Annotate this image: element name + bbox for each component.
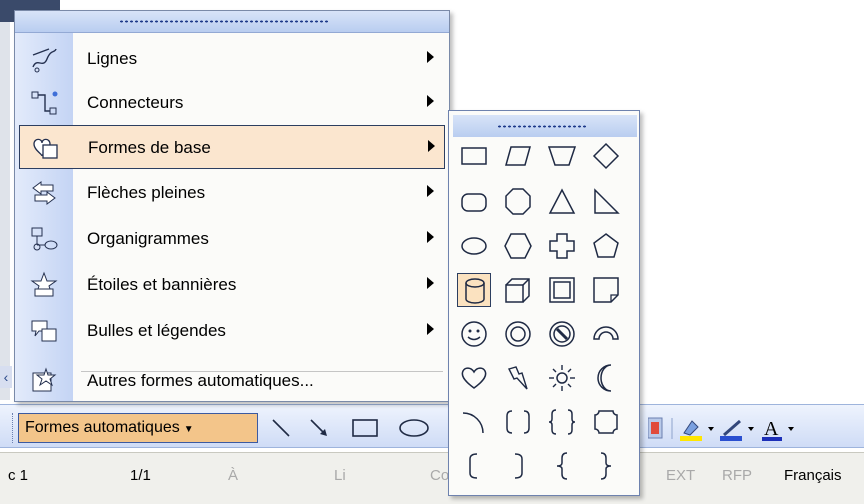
document-left-margin [0, 0, 10, 400]
submenu-arrow-icon [428, 140, 435, 152]
left-bracket-icon[interactable] [457, 449, 491, 483]
status-page: 1/1 [130, 467, 151, 484]
menu-item-lignes[interactable]: Lignes [15, 37, 449, 81]
no-symbol-icon[interactable] [545, 317, 579, 351]
callouts-icon [29, 317, 59, 345]
right-brace-icon[interactable] [589, 449, 623, 483]
double-brace-icon[interactable] [545, 405, 579, 439]
folded-corner-icon[interactable] [589, 273, 623, 307]
menu-item-fleches-pleines[interactable]: Flèches pleines [15, 171, 449, 215]
arrow-icon[interactable] [306, 417, 332, 439]
menu-item-bulles-et-legendes[interactable]: Bulles et légendes [15, 309, 449, 353]
menu-item-label: Étoiles et bannières [87, 275, 237, 294]
smiley-face-icon[interactable] [457, 317, 491, 351]
block-arrows-icon [29, 179, 59, 207]
autoshapes-button[interactable]: Formes automatiques ▼ [18, 413, 258, 443]
line-icon[interactable] [268, 417, 294, 439]
right-triangle-icon[interactable] [589, 185, 623, 219]
chevron-down-icon: ▼ [183, 424, 194, 435]
stars-banners-icon [29, 271, 59, 299]
right-bracket-icon[interactable] [501, 449, 535, 483]
status-rfp[interactable]: RFP [722, 467, 752, 484]
basic-shapes-submenu [448, 110, 640, 496]
heart-icon[interactable] [457, 361, 491, 395]
bevel-icon[interactable] [545, 273, 579, 307]
menu-item-label: Autres formes automatiques... [87, 371, 314, 390]
toolbar-right-group: A [648, 413, 864, 443]
scroll-left-arrow-icon[interactable]: ‹ [0, 366, 12, 388]
toolbar-grip[interactable] [12, 413, 14, 443]
submenu-arrow-icon [427, 185, 434, 197]
cross-icon[interactable] [545, 229, 579, 263]
svg-text:A: A [764, 418, 779, 440]
menu-item-label: Lignes [87, 49, 138, 68]
menu-item-label: Connecteurs [87, 93, 184, 112]
lines-icon [29, 45, 59, 73]
connectors-icon [29, 89, 59, 117]
parallelogram-icon[interactable] [501, 139, 535, 173]
donut-icon[interactable] [501, 317, 535, 351]
status-language[interactable]: Français [784, 467, 842, 484]
rectangle-icon[interactable] [457, 139, 491, 173]
menu-item-autres-formes[interactable]: Autres formes automatiques... [15, 359, 449, 403]
triangle-icon[interactable] [545, 185, 579, 219]
menu-item-connecteurs[interactable]: Connecteurs [15, 81, 449, 125]
pentagon-icon[interactable] [589, 229, 623, 263]
menu-drag-handle[interactable] [15, 11, 449, 33]
rounded-rectangle-icon[interactable] [457, 185, 491, 219]
rectangle-tool-icon[interactable] [348, 417, 382, 439]
flowchart-icon [29, 225, 59, 253]
submenu-arrow-icon [427, 277, 434, 289]
submenu-arrow-icon [427, 231, 434, 243]
oval-icon[interactable] [457, 229, 491, 263]
diamond-icon[interactable] [589, 139, 623, 173]
double-bracket-icon[interactable] [501, 405, 535, 439]
trapezoid-icon[interactable] [545, 139, 579, 173]
menu-item-organigrammes[interactable]: Organigrammes [15, 217, 449, 261]
autoshapes-menu: Lignes Connecteurs Formes de base Flèche… [14, 10, 450, 402]
status-at: À [228, 467, 239, 484]
status-section: c 1 [8, 467, 29, 484]
more-autoshapes-icon [29, 367, 59, 395]
submenu-arrow-icon [427, 323, 434, 335]
autoshapes-button-label: Formes automatiques [25, 419, 180, 436]
hexagon-icon[interactable] [501, 229, 535, 263]
menu-item-formes-de-base[interactable]: Formes de base [19, 125, 445, 169]
status-bar: c 1 1/1 À Li Co EXT RFP Français [0, 452, 864, 504]
status-line: Li [334, 467, 346, 484]
status-col: Co [430, 467, 450, 484]
basic-shapes-icon [30, 134, 60, 162]
can-icon[interactable] [457, 273, 491, 307]
drawing-toolbar: Formes automatiques ▼ A [0, 404, 864, 448]
menu-item-label: Bulles et légendes [87, 321, 226, 340]
left-brace-icon[interactable] [545, 449, 579, 483]
submenu-drag-handle[interactable] [453, 115, 637, 137]
submenu-arrow-icon [427, 51, 434, 63]
menu-item-label: Formes de base [88, 138, 211, 157]
menu-item-label: Organigrammes [87, 229, 209, 248]
arc-icon[interactable] [457, 405, 491, 439]
oval-tool-icon[interactable] [396, 417, 432, 439]
cube-icon[interactable] [501, 273, 535, 307]
block-arc-icon[interactable] [589, 317, 623, 351]
status-ext[interactable]: EXT [666, 467, 695, 484]
moon-icon[interactable] [589, 361, 623, 395]
menu-item-label: Flèches pleines [87, 183, 206, 202]
octagon-icon[interactable] [501, 185, 535, 219]
menu-item-etoiles-et-bannieres[interactable]: Étoiles et bannières [15, 263, 449, 307]
sun-icon[interactable] [545, 361, 579, 395]
plaque-icon[interactable] [589, 405, 623, 439]
submenu-arrow-icon [427, 95, 434, 107]
lightning-bolt-icon[interactable] [501, 361, 535, 395]
